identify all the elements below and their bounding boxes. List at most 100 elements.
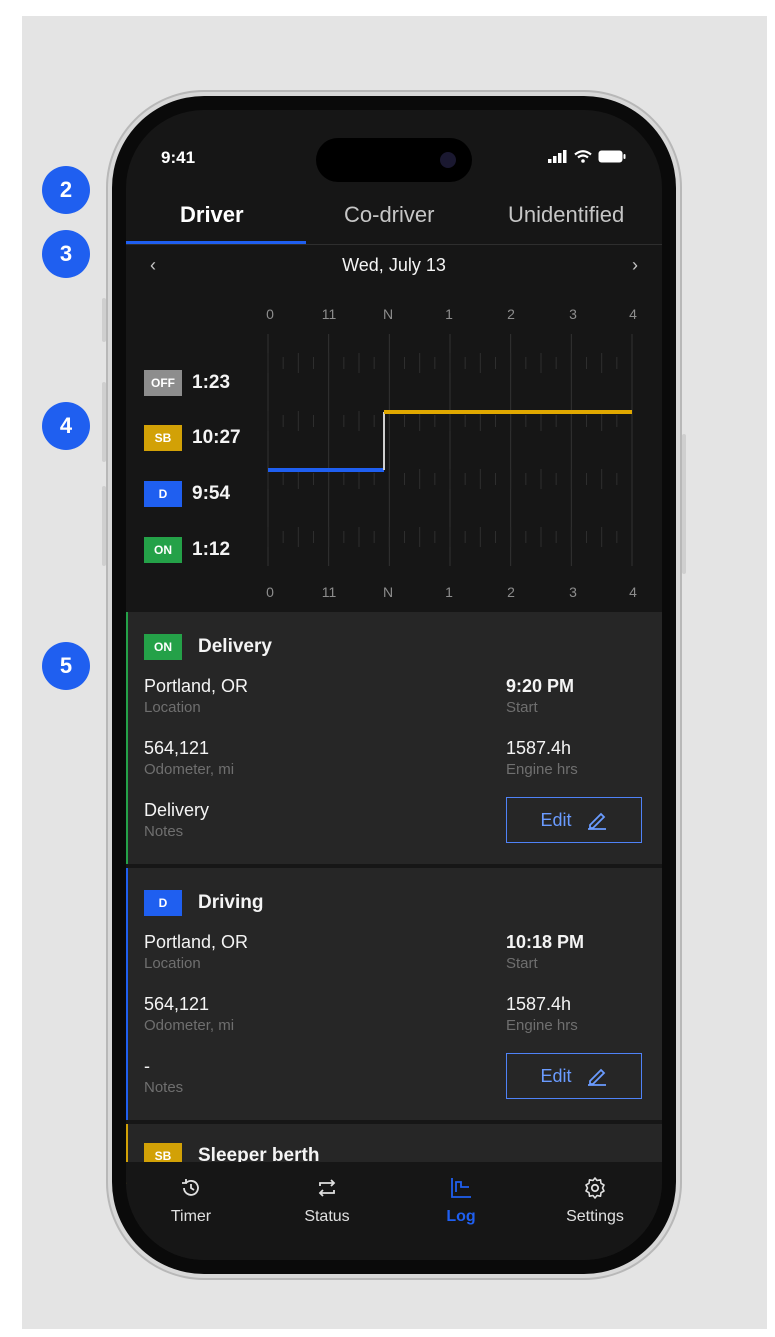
location-value: Portland, OR [144, 676, 249, 696]
battery-icon [598, 150, 626, 163]
phone-screen: 9:41 Driver Co-driver Unidentified Wed, … [126, 110, 662, 1260]
notes-value: - [144, 1056, 150, 1076]
duty-status-graph [267, 334, 633, 566]
status-total-time: 9:54 [192, 483, 231, 504]
nav-settings[interactable]: Settings [550, 1176, 640, 1226]
tab-driver[interactable]: Driver [180, 202, 244, 228]
odometer-label: Odometer, mi [144, 761, 235, 778]
event-location: Portland, OR Location [144, 676, 248, 716]
phone-volume-up [102, 382, 106, 462]
phone-volume-down [102, 486, 106, 566]
status-total-driving: D 9:54 [144, 480, 230, 508]
event-card-driving[interactable]: D Driving Portland, OR Location 10:18 PM… [126, 868, 662, 1120]
status-total-sb: SB 10:27 [144, 424, 241, 452]
event-location: Portland, OR Location [144, 932, 248, 972]
hour-label: 2 [507, 584, 515, 600]
status-total-time: 1:23 [192, 372, 231, 393]
odometer-value: 564,121 [144, 738, 210, 758]
edit-event-button[interactable]: Edit [506, 797, 642, 843]
engine-hours-label: Engine hrs [506, 761, 578, 778]
event-notes: Delivery Notes [144, 800, 209, 840]
start-value: 10:18 PM [506, 932, 585, 952]
log-tabs: Driver Co-driver Unidentified [126, 192, 662, 245]
event-card-delivery[interactable]: ON Delivery Portland, OR Location 9:20 P… [126, 612, 662, 864]
annotation-badge-4: 4 [42, 402, 90, 450]
pencil-icon [587, 812, 606, 830]
hour-label: 11 [321, 306, 337, 322]
event-card-header: D Driving [144, 890, 263, 916]
hour-label: 4 [629, 306, 637, 322]
tab-co-driver[interactable]: Co-driver [344, 202, 434, 228]
dynamic-island [316, 138, 472, 182]
status-bar-icons [548, 150, 626, 163]
timeline-hours-top: 0 11 N 1 2 3 4 [266, 306, 641, 326]
event-odometer: 564,121 Odometer, mi [144, 994, 234, 1034]
hour-label: 3 [569, 584, 577, 600]
start-value: 9:20 PM [506, 676, 575, 696]
event-start: 9:20 PM Start [506, 676, 574, 716]
status-total-off: OFF 1:23 [144, 369, 230, 397]
date-navigator: Wed, July 13 ‹ › [126, 245, 662, 287]
nav-log[interactable]: Log [416, 1176, 506, 1226]
event-status-chip: ON [144, 634, 182, 660]
engine-hours-label: Engine hrs [506, 1017, 578, 1034]
nav-status[interactable]: Status [282, 1176, 372, 1226]
graph-grid [267, 334, 633, 566]
start-label: Start [506, 699, 538, 716]
prev-day-button[interactable]: ‹ [150, 255, 156, 276]
odometer-label: Odometer, mi [144, 1017, 235, 1034]
start-label: Start [506, 955, 538, 972]
engine-hours-value: 1587.4h [506, 994, 572, 1014]
event-engine-hours: 1587.4h Engine hrs [506, 994, 578, 1034]
phone-mute-switch [102, 298, 106, 342]
hour-label: 1 [445, 306, 453, 322]
edit-event-button[interactable]: Edit [506, 1053, 642, 1099]
annotation-badge-2: 2 [42, 166, 90, 214]
tab-unidentified[interactable]: Unidentified [508, 202, 624, 228]
engine-hours-value: 1587.4h [506, 738, 572, 758]
location-label: Location [144, 699, 201, 716]
nav-label: Settings [566, 1208, 624, 1225]
next-day-button[interactable]: › [632, 255, 638, 276]
hour-label: 4 [629, 584, 637, 600]
status-swap-icon [318, 1179, 336, 1197]
bottom-navigation: Timer Status Log Settings [126, 1162, 662, 1260]
hour-label: 1 [445, 584, 453, 600]
notes-label: Notes [144, 823, 184, 840]
hour-label: 0 [266, 306, 274, 322]
edit-button-label: Edit [540, 809, 572, 830]
event-odometer: 564,121 Odometer, mi [144, 738, 234, 778]
hour-label: N [382, 584, 394, 600]
event-start: 10:18 PM Start [506, 932, 584, 972]
event-title: Driving [198, 892, 264, 913]
gear-icon [585, 1177, 605, 1199]
log-chart-icon [451, 1178, 471, 1198]
wifi-icon [574, 150, 592, 163]
card-status-edge [126, 612, 128, 864]
phone-power-button [682, 434, 686, 574]
nav-timer[interactable]: Timer [146, 1176, 236, 1226]
event-engine-hours: 1587.4h Engine hrs [506, 738, 578, 778]
active-tab-indicator [126, 241, 306, 244]
status-bar-time: 9:41 [161, 148, 196, 167]
odometer-value: 564,121 [144, 994, 210, 1014]
status-total-on: ON 1:12 [144, 536, 230, 564]
annotation-badge-3: 3 [42, 230, 90, 278]
pencil-icon [587, 1068, 606, 1086]
timer-icon [182, 1179, 199, 1196]
location-label: Location [144, 955, 201, 972]
timeline-hours-bottom: 0 11 N 1 2 3 4 [266, 584, 641, 604]
nav-label: Log [446, 1208, 476, 1225]
status-chip-sb: SB [144, 425, 182, 451]
hour-label: N [382, 306, 394, 322]
status-chip-on: ON [144, 537, 182, 563]
phone-frame: 9:41 Driver Co-driver Unidentified Wed, … [102, 90, 686, 1280]
signal-icon [548, 150, 567, 163]
hour-label: 0 [266, 584, 274, 600]
hour-label: 2 [507, 306, 515, 322]
notes-value: Delivery [144, 800, 210, 820]
card-status-edge [126, 868, 128, 1120]
notes-label: Notes [144, 1079, 184, 1096]
nav-label: Timer [170, 1208, 212, 1225]
nav-label: Status [304, 1208, 350, 1225]
